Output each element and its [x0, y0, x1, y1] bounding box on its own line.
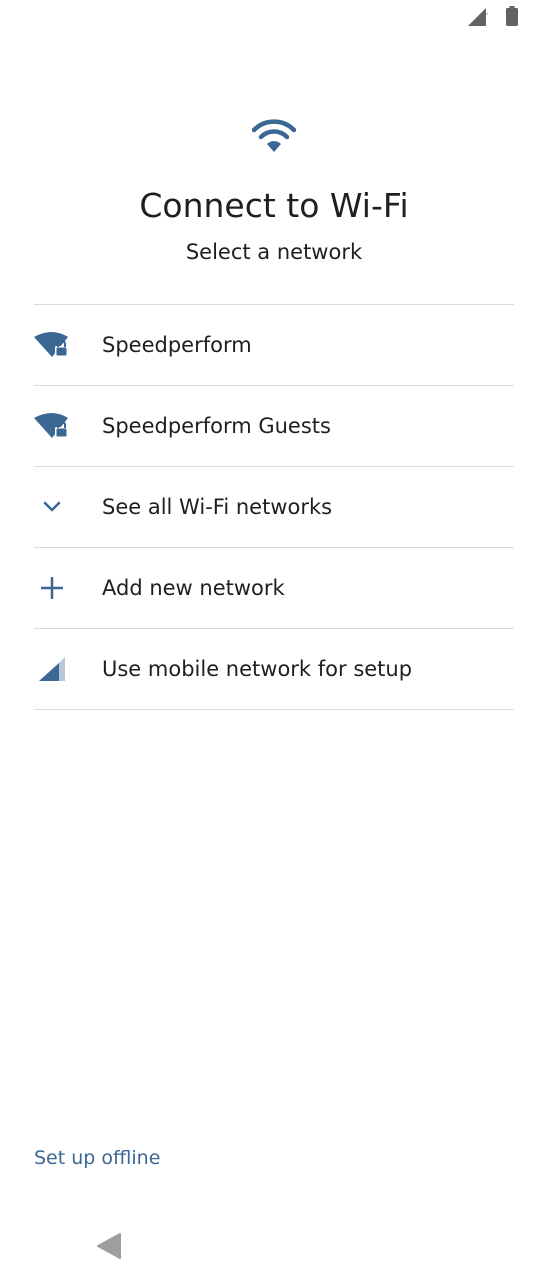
cellular-signal-icon — [34, 651, 70, 687]
use-mobile-network-label: Use mobile network for setup — [102, 657, 413, 681]
battery-icon — [506, 6, 518, 26]
see-all-networks-label: See all Wi-Fi networks — [102, 495, 333, 519]
use-mobile-network-button[interactable]: Use mobile network for setup — [34, 629, 514, 710]
signal-status-icon — [468, 8, 488, 26]
wifi-icon — [252, 119, 296, 152]
wifi-lock-icon — [34, 327, 70, 363]
network-label: Speedperform — [102, 333, 252, 357]
back-triangle-icon[interactable] — [96, 1232, 122, 1260]
network-row-speedperform[interactable]: Speedperform — [34, 305, 514, 386]
add-network-label: Add new network — [102, 576, 285, 600]
wifi-lock-icon — [34, 408, 70, 444]
network-list: Speedperform Speedperform Guests See all… — [34, 304, 514, 710]
status-bar — [0, 0, 548, 36]
see-all-networks-button[interactable]: See all Wi-Fi networks — [34, 467, 514, 548]
network-label: Speedperform Guests — [102, 414, 331, 438]
chevron-down-icon — [34, 489, 70, 525]
set-up-offline-link[interactable]: Set up offline — [34, 1147, 160, 1169]
page-subtitle: Select a network — [185, 240, 363, 264]
plus-icon — [34, 570, 70, 606]
add-network-button[interactable]: Add new network — [34, 548, 514, 629]
network-row-speedperform-guests[interactable]: Speedperform Guests — [34, 386, 514, 467]
page-title: Connect to Wi-Fi — [139, 186, 409, 225]
